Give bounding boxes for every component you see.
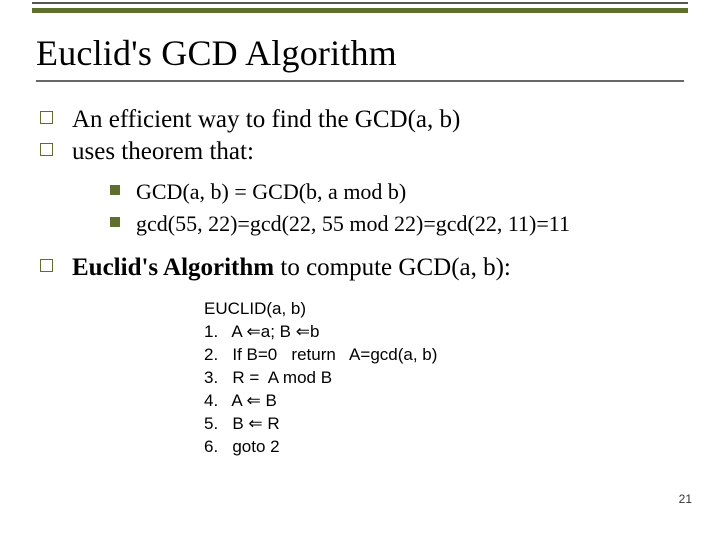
square-filled-icon [110, 185, 120, 195]
bullet-text: uses theorem that: [72, 138, 254, 165]
bullet-text: to compute GCD(a, b): [274, 254, 511, 281]
pseudo-step-1: 1. A ⇐a; B ⇐b [204, 321, 684, 344]
bullet-bold-text: Euclid's Algorithm [72, 254, 274, 281]
header-thin-line [32, 2, 688, 4]
slide-title: Euclid's GCD Algorithm [36, 32, 684, 74]
title-underline [36, 80, 684, 82]
bullet-text: An efficient way to find the GCD(a, b) [72, 106, 460, 133]
bullet-list: An efficient way to find the GCD(a, b) u… [36, 104, 684, 284]
pseudo-step-4: 4. A ⇐ B [204, 390, 684, 413]
square-outline-icon [40, 111, 53, 124]
pseudo-step-5: 5. B ⇐ R [204, 413, 684, 436]
square-filled-icon [110, 217, 120, 227]
pseudo-header: EUCLID(a, b) [204, 298, 684, 321]
pseudocode-block: EUCLID(a, b) 1. A ⇐a; B ⇐b 2. If B=0 ret… [204, 298, 684, 459]
sub-bullet-text: gcd(55, 22)=gcd(22, 55 mod 22)=gcd(22, 1… [136, 211, 570, 236]
sub-bullet-text: GCD(a, b) = GCD(b, a mod b) [136, 179, 406, 204]
header-thick-line [32, 8, 688, 13]
sub-bullet-list: GCD(a, b) = GCD(b, a mod b) gcd(55, 22)=… [108, 178, 684, 238]
square-outline-icon [40, 259, 53, 272]
sub-bullet-item-2: gcd(55, 22)=gcd(22, 55 mod 22)=gcd(22, 1… [108, 210, 684, 238]
sub-bullet-item-1: GCD(a, b) = GCD(b, a mod b) [108, 178, 684, 206]
bullet-item-2: uses theorem that: GCD(a, b) = GCD(b, a … [36, 136, 684, 238]
pseudo-step-3: 3. R = A mod B [204, 367, 684, 390]
header-rule [0, 0, 720, 14]
square-outline-icon [40, 143, 53, 156]
slide-body: Euclid's GCD Algorithm An efficient way … [0, 14, 720, 459]
bullet-item-3: Euclid's Algorithm to compute GCD(a, b): [36, 252, 684, 284]
bullet-item-1: An efficient way to find the GCD(a, b) [36, 104, 684, 136]
page-number: 21 [679, 492, 692, 506]
pseudo-step-2: 2. If B=0 return A=gcd(a, b) [204, 344, 684, 367]
pseudo-step-6: 6. goto 2 [204, 436, 684, 459]
